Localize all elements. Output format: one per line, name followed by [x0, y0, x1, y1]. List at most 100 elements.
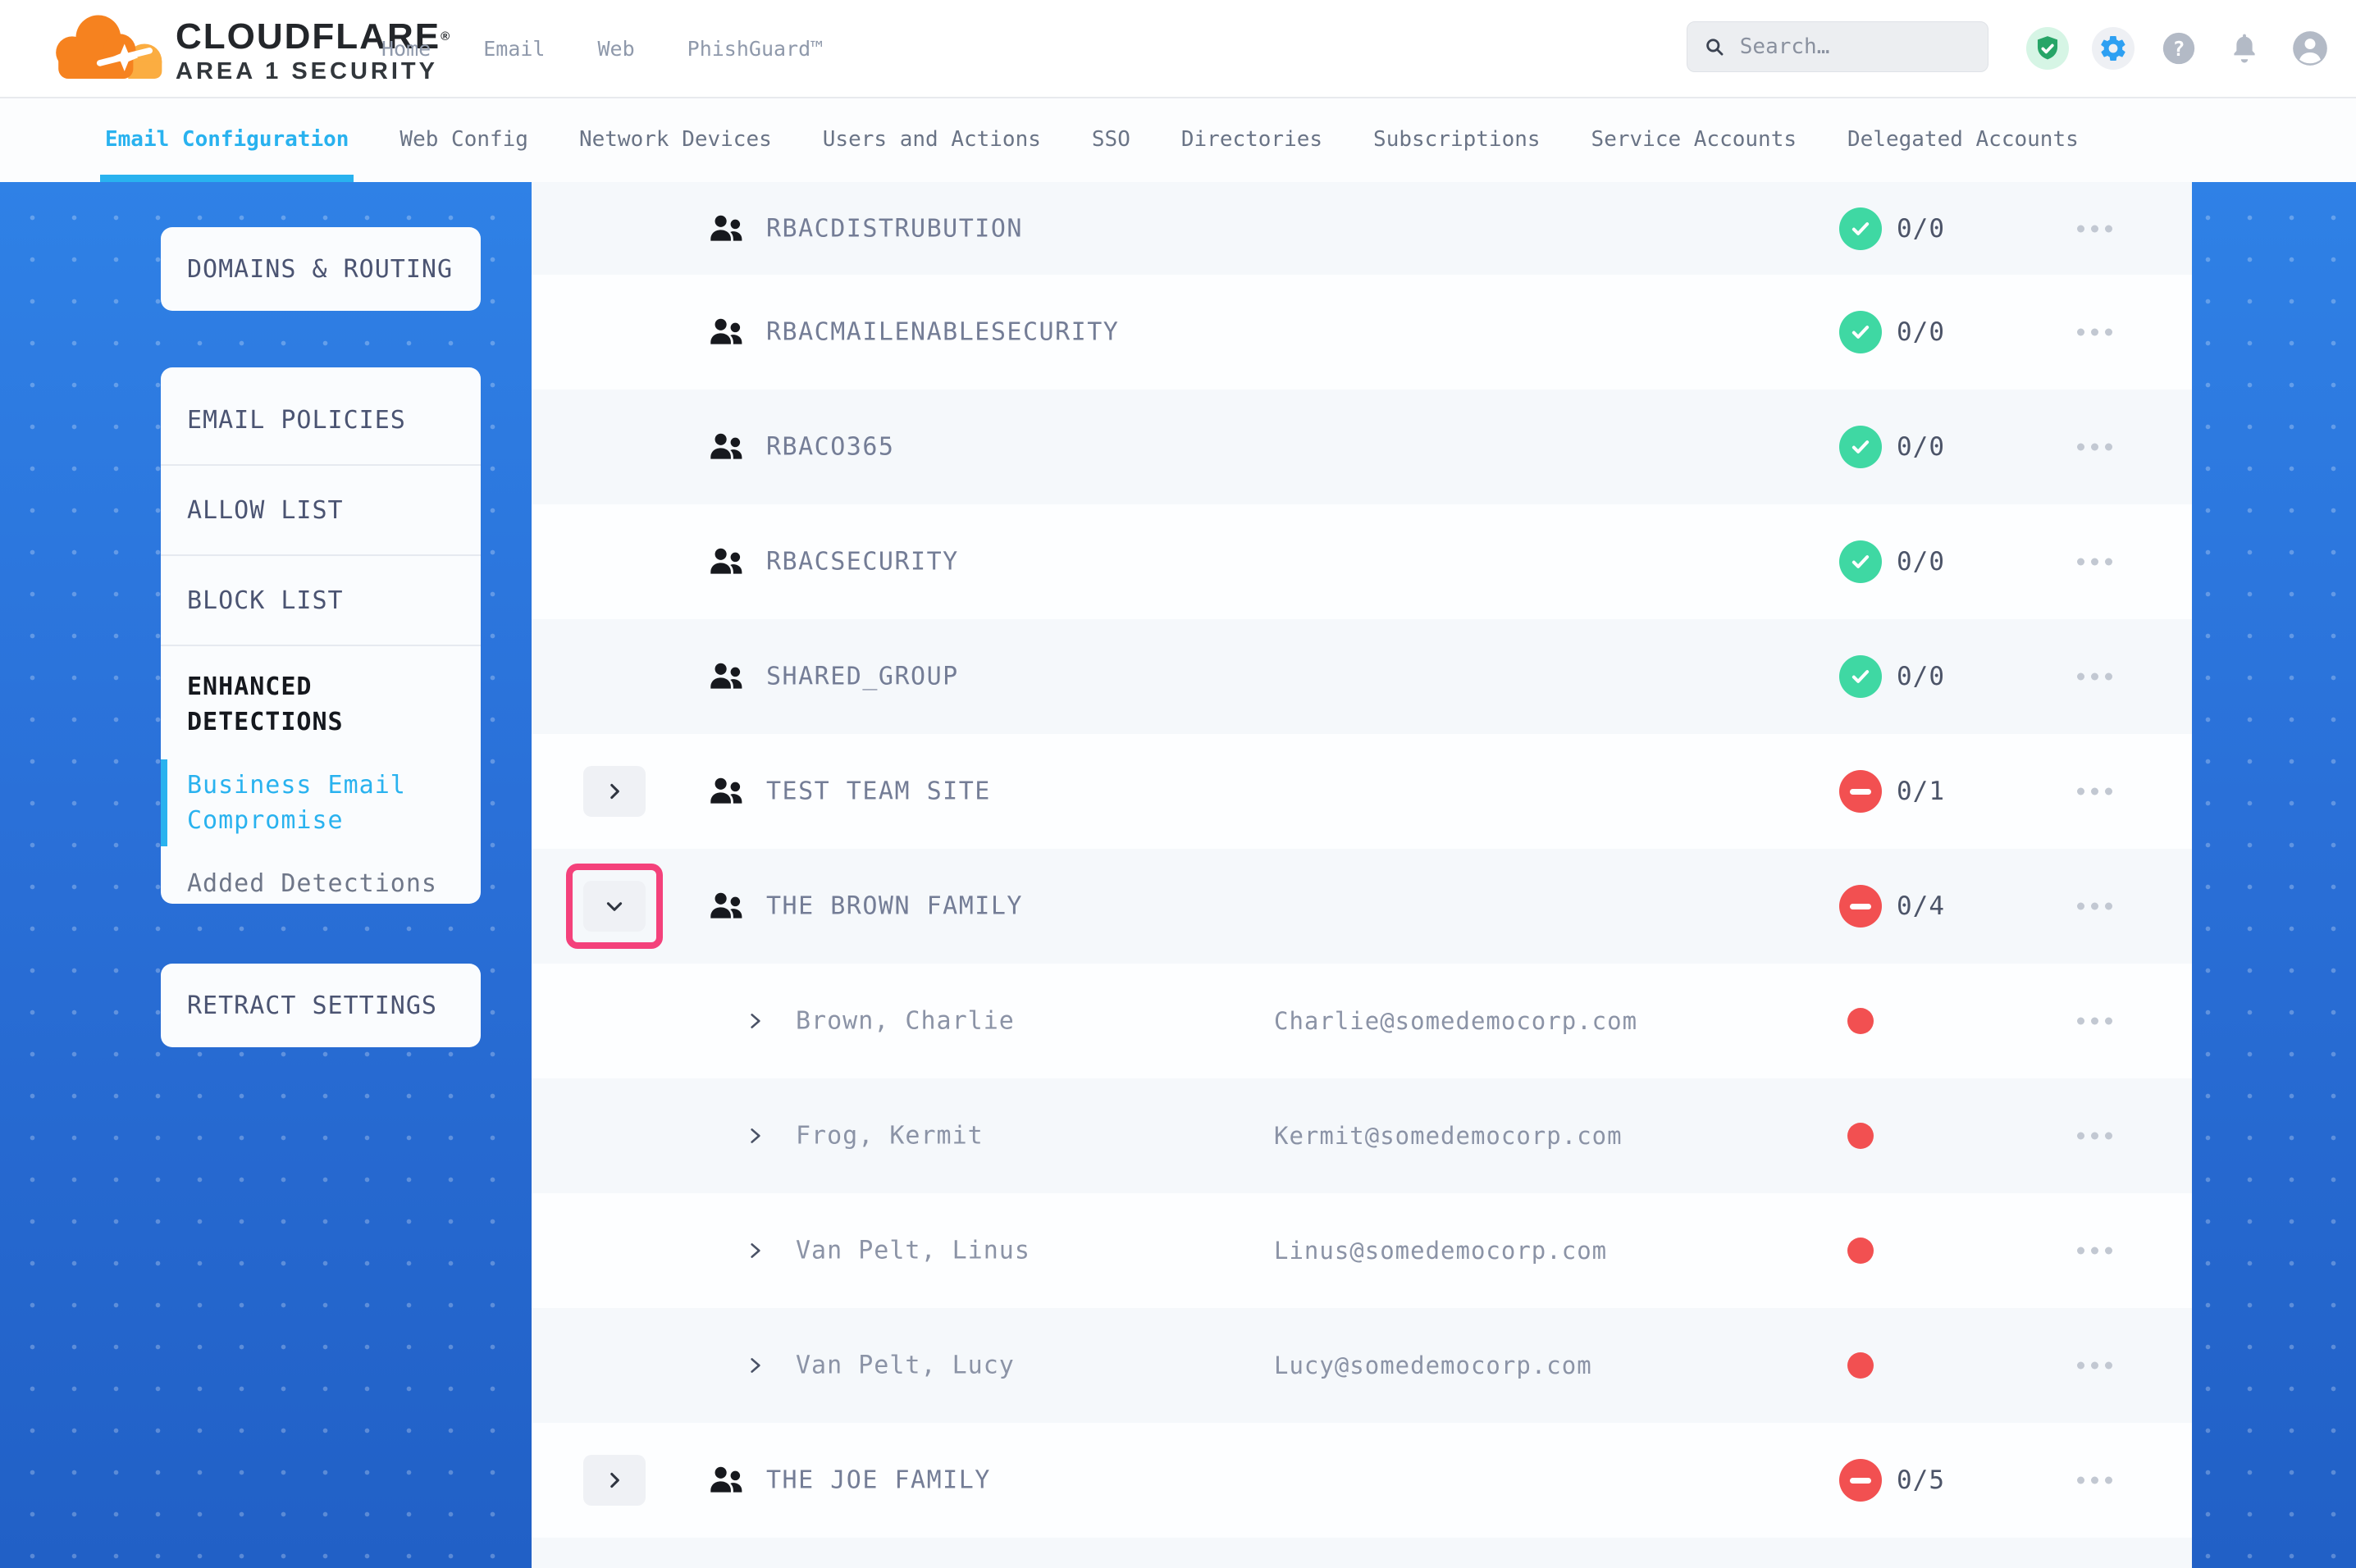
header-nav-email[interactable]: Email: [483, 37, 545, 61]
group-table: RBACDISTRUBUTION 0/0 RBACMAILENABLESECUR…: [532, 182, 2192, 1568]
table-row-group: RBACDISTRUBUTION 0/0: [532, 182, 2192, 275]
search-box: [1687, 21, 1988, 72]
group-name: RBACDISTRUBUTION: [766, 214, 1023, 243]
table-row-group: THE JOE FAMILY 0/5: [532, 1423, 2192, 1538]
status-badge: [1839, 207, 1882, 250]
status-badge: [1839, 655, 1882, 698]
sidebar-item-retract-settings[interactable]: RETRACT SETTINGS: [187, 991, 437, 1020]
help-icon[interactable]: ?: [2157, 27, 2200, 70]
users-group-icon: [708, 889, 746, 923]
table-row-group: TEST TEAM SITE 0/1: [532, 734, 2192, 849]
header-nav-web[interactable]: Web: [597, 37, 634, 61]
chevron-right-icon: [604, 781, 625, 802]
overflow-menu-button[interactable]: [2074, 550, 2116, 574]
shield-check-icon[interactable]: [2026, 27, 2069, 70]
account-avatar-icon[interactable]: [2289, 27, 2331, 70]
tab-users-and-actions[interactable]: Users and Actions: [823, 97, 1041, 182]
sidebar-item-added-detections[interactable]: Added Detections: [187, 866, 454, 901]
sidebar-item-business-email-compromise[interactable]: Business Email Compromise: [187, 768, 454, 838]
status-badge: [1839, 770, 1882, 813]
tab-email-configuration[interactable]: Email Configuration: [105, 97, 349, 182]
app-header: CLOUDFLARE® AREA 1 SECURITY HomeEmailWeb…: [0, 0, 2356, 98]
member-status-dot: [1847, 1238, 1874, 1264]
next-row-peek: [532, 1538, 2192, 1568]
member-status-dot: [1847, 1008, 1874, 1034]
member-count: 0/1: [1897, 777, 1945, 806]
member-count: 0/0: [1897, 214, 1945, 244]
overflow-menu-button[interactable]: [2074, 665, 2116, 689]
tab-web-config[interactable]: Web Config: [400, 97, 528, 182]
chevron-right-icon[interactable]: [745, 1240, 766, 1261]
users-group-icon: [708, 659, 746, 694]
header-nav-phishguard-[interactable]: PhishGuard™: [687, 37, 824, 61]
sidebar-item-block-list[interactable]: BLOCK LIST: [161, 556, 481, 646]
check-icon: [1848, 435, 1873, 459]
overflow-menu-button[interactable]: [2074, 1469, 2116, 1493]
subnav-tabs: Email Configuration Web Config Network Dev…: [0, 97, 2356, 182]
header-nav-home[interactable]: Home: [381, 37, 431, 61]
minus-icon: [1850, 904, 1871, 909]
overflow-menu-button[interactable]: [2074, 435, 2116, 459]
tab-subscriptions[interactable]: Subscriptions: [1373, 97, 1541, 182]
notifications-bell-icon[interactable]: [2223, 27, 2266, 70]
chevron-right-icon[interactable]: [745, 1125, 766, 1146]
tab-service-accounts[interactable]: Service Accounts: [1591, 97, 1797, 182]
member-count: 0/5: [1897, 1465, 1945, 1495]
group-name: SHARED_GROUP: [766, 663, 959, 691]
search-input[interactable]: [1738, 34, 1971, 60]
sidebar-item-domains-routing[interactable]: DOMAINS & ROUTING: [187, 255, 453, 284]
users-group-icon: [708, 1463, 746, 1497]
minus-icon: [1850, 789, 1871, 795]
table-row-member: Brown, Charlie Charlie@somedemocorp.com: [532, 964, 2192, 1078]
expand-toggle-button[interactable]: [583, 881, 646, 932]
member-count: 0/0: [1897, 547, 1945, 577]
expand-toggle-button[interactable]: [583, 1455, 646, 1506]
overflow-menu-button[interactable]: [2074, 1354, 2116, 1378]
users-group-icon: [708, 545, 746, 579]
group-name: THE BROWN FAMILY: [766, 892, 1023, 921]
table-row-group: SHARED_GROUP 0/0: [532, 619, 2192, 734]
status-badge: [1839, 426, 1882, 468]
overflow-menu-button[interactable]: [2074, 1239, 2116, 1263]
status-badge: [1839, 311, 1882, 353]
overflow-menu-button[interactable]: [2074, 1010, 2116, 1033]
table-row-group: THE BROWN FAMILY 0/4: [532, 849, 2192, 964]
check-icon: [1848, 549, 1873, 574]
tab-sso[interactable]: SSO: [1092, 97, 1130, 182]
check-icon: [1848, 320, 1873, 344]
sidebar-item-enhanced-detections[interactable]: ENHANCED DETECTIONS: [187, 669, 454, 740]
chevron-right-icon[interactable]: [745, 1355, 766, 1376]
member-name: Brown, Charlie: [796, 1007, 1015, 1036]
users-group-icon: [708, 774, 746, 809]
overflow-menu-button[interactable]: [2074, 780, 2116, 804]
sidebar-item-allow-list[interactable]: ALLOW LIST: [161, 466, 481, 556]
tab-delegated-accounts[interactable]: Delegated Accounts: [1847, 97, 2079, 182]
member-count: 0/0: [1897, 317, 1945, 347]
chevron-down-icon: [604, 896, 625, 917]
overflow-menu-button[interactable]: [2074, 217, 2116, 240]
member-email: Linus@somedemocorp.com: [1274, 1237, 1607, 1265]
cloudflare-logo-cloud: [46, 8, 171, 87]
table-row-group: RBACMAILENABLESECURITY 0/0: [532, 275, 2192, 390]
chevron-right-icon[interactable]: [745, 1010, 766, 1032]
expand-toggle-button[interactable]: [583, 766, 646, 817]
sidebar-card-policies: EMAIL POLICIESALLOW LISTBLOCK LIST ENHAN…: [161, 367, 481, 904]
tab-network-devices[interactable]: Network Devices: [579, 97, 772, 182]
check-icon: [1848, 664, 1873, 689]
member-status-dot: [1847, 1352, 1874, 1379]
minus-icon: [1850, 1478, 1871, 1484]
overflow-menu-button[interactable]: [2074, 895, 2116, 918]
settings-gear-icon[interactable]: [2092, 27, 2135, 70]
tab-directories[interactable]: Directories: [1181, 97, 1322, 182]
check-icon: [1848, 217, 1873, 241]
overflow-menu-button[interactable]: [2074, 321, 2116, 344]
sidebar-card-retract-settings[interactable]: RETRACT SETTINGS: [161, 964, 481, 1047]
sidebar-item-email-policies[interactable]: EMAIL POLICIES: [161, 376, 481, 466]
member-name: Van Pelt, Lucy: [796, 1351, 1015, 1380]
group-name: RBACSECURITY: [766, 548, 959, 577]
member-count: 0/0: [1897, 432, 1945, 462]
page-background: DOMAINS & ROUTING EMAIL POLICIESALLOW LI…: [0, 182, 2356, 1568]
sidebar-card-domains-routing[interactable]: DOMAINS & ROUTING: [161, 227, 481, 311]
overflow-menu-button[interactable]: [2074, 1124, 2116, 1148]
status-badge: [1839, 885, 1882, 928]
